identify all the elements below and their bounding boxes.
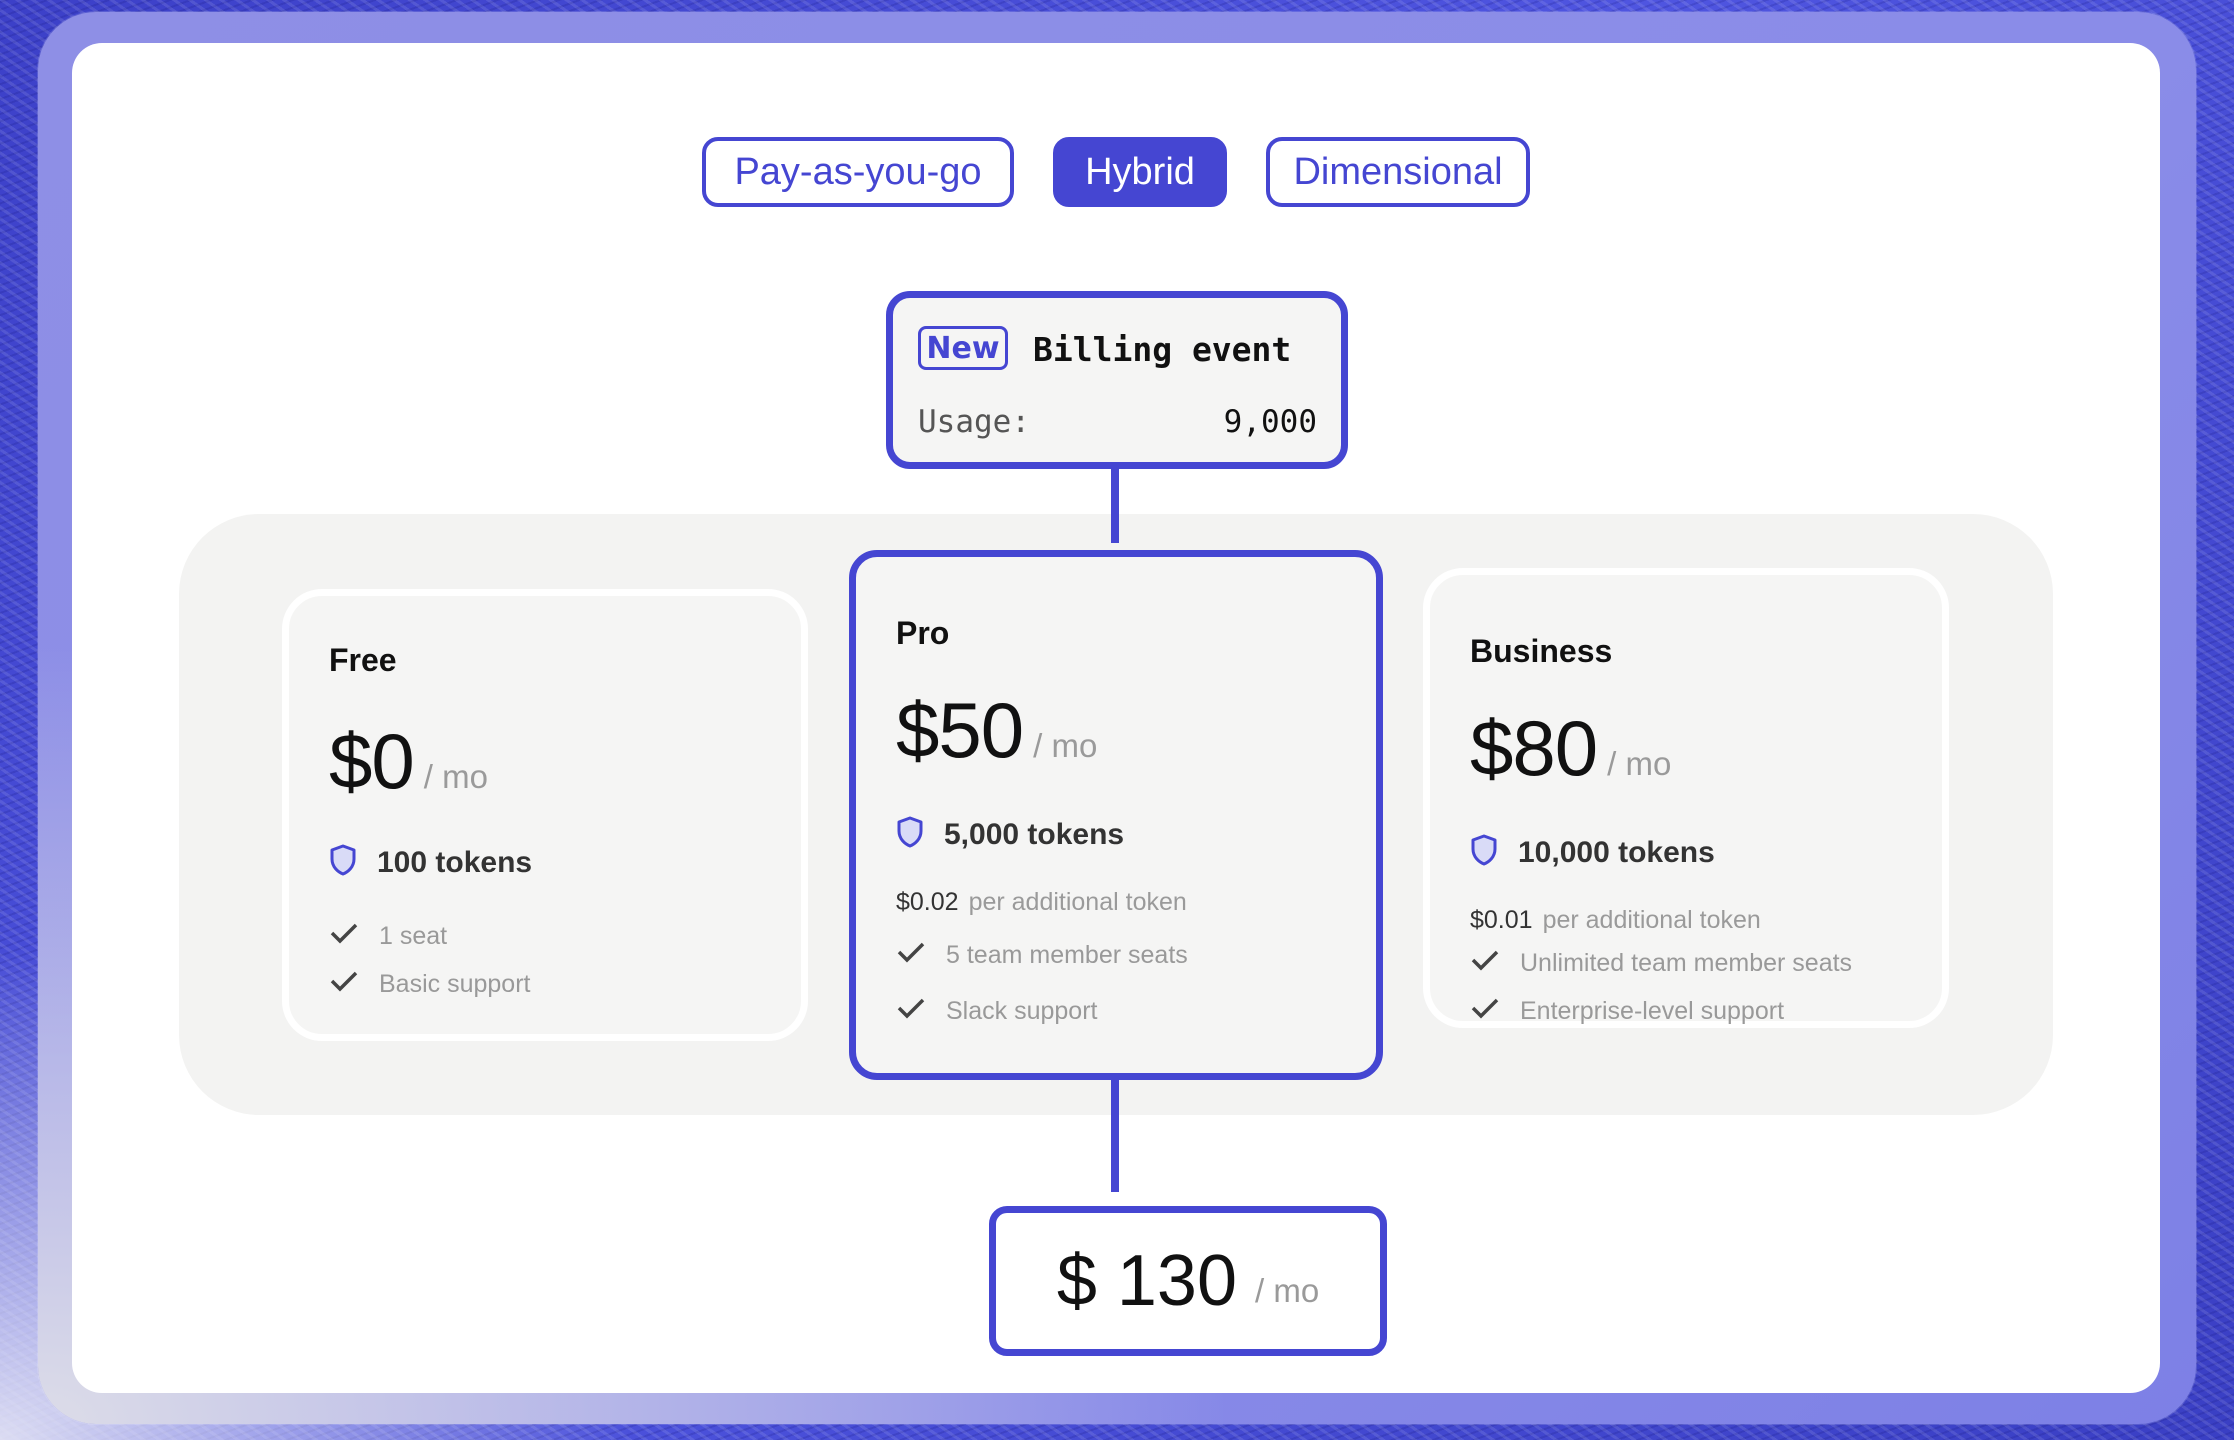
feature-label: Unlimited team member seats [1520, 949, 1853, 977]
total-amount: $ 130 [1056, 1241, 1237, 1321]
feature-item: Basic support [329, 969, 530, 1000]
price-period: / mo [1607, 745, 1672, 782]
tab-pay-as-you-go[interactable]: Pay-as-you-go [702, 137, 1014, 207]
additional-token-amount: $0.02 [896, 888, 959, 916]
tab-dimensional[interactable]: Dimensional [1266, 137, 1530, 207]
token-allowance: 100 tokens [377, 845, 533, 879]
shield-icon [329, 844, 357, 881]
shield-icon [896, 816, 924, 853]
feature-label: Slack support [946, 997, 1098, 1025]
usage-value: 9,000 [1223, 404, 1317, 440]
shield-icon [1470, 834, 1498, 871]
price-period: / mo [423, 758, 488, 795]
pricing-card: Pay-as-you-go Hybrid Dimensional New Bil… [72, 43, 2160, 1393]
connector-line-bottom [1111, 1070, 1119, 1192]
price-row: $50 / mo [896, 685, 1097, 776]
feature-item: Enterprise-level support [1470, 996, 1784, 1027]
plan-card-pro[interactable]: Pro $50 / mo 5,000 tokens $0.02 per addit… [849, 550, 1383, 1080]
price-row: $0 / mo [329, 716, 488, 807]
billing-event-title: Billing event [1033, 330, 1292, 369]
plan-price: $80 [1470, 704, 1598, 792]
check-icon [1470, 948, 1520, 979]
additional-token-label: per additional token [968, 888, 1187, 916]
check-icon [1470, 996, 1520, 1027]
tokens-row: 10,000 tokens [1470, 834, 1715, 871]
plan-name: Pro [896, 615, 950, 651]
new-badge: New [918, 326, 1008, 370]
additional-token-label: per additional token [1542, 906, 1761, 934]
total-price-box: $ 130 / mo [989, 1206, 1387, 1356]
plan-name: Free [329, 642, 397, 678]
token-allowance: 10,000 tokens [1518, 835, 1715, 869]
total-period: / mo [1255, 1272, 1320, 1309]
plan-card-business[interactable]: Business $80 / mo 10,000 tokens $0.01 per… [1423, 568, 1949, 1028]
connector-line-top [1111, 463, 1119, 543]
plan-price: $0 [329, 717, 415, 805]
additional-token-price: $0.02 per additional token [896, 888, 1187, 917]
feature-label: 1 seat [379, 922, 448, 950]
feature-label: 5 team member seats [946, 941, 1188, 969]
tokens-row: 100 tokens [329, 844, 532, 881]
usage-label: Usage: [918, 404, 1030, 440]
token-allowance: 5,000 tokens [944, 817, 1125, 851]
price-row: $80 / mo [1470, 703, 1671, 794]
additional-token-amount: $0.01 [1470, 906, 1533, 934]
price-period: / mo [1033, 727, 1098, 764]
check-icon [896, 940, 946, 971]
plan-card-free[interactable]: Free $0 / mo 100 tokens 1 seat Basic sup… [282, 589, 808, 1041]
plan-name: Business [1470, 633, 1613, 669]
billing-event-box: New Billing event Usage: 9,000 [886, 291, 1348, 469]
feature-label: Basic support [379, 970, 531, 998]
tokens-row: 5,000 tokens [896, 816, 1124, 853]
check-icon [329, 921, 379, 952]
plan-price: $50 [896, 686, 1024, 774]
feature-item: 5 team member seats [896, 940, 1188, 971]
feature-item: 1 seat [329, 921, 447, 952]
feature-item: Slack support [896, 996, 1097, 1027]
additional-token-price: $0.01 per additional token [1470, 906, 1761, 935]
feature-item: Unlimited team member seats [1470, 948, 1852, 979]
check-icon [896, 996, 946, 1027]
feature-label: Enterprise-level support [1520, 997, 1785, 1025]
tab-hybrid[interactable]: Hybrid [1053, 137, 1227, 207]
check-icon [329, 969, 379, 1000]
